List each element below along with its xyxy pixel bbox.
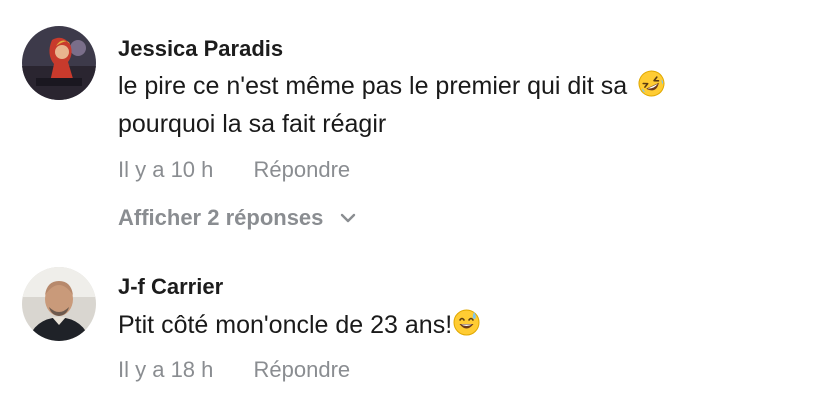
comment-timestamp: Il y a 18 h <box>118 357 214 382</box>
comment-author[interactable]: J-f Carrier <box>118 274 223 300</box>
comment-text: le pire ce n'est même pas le premier qui… <box>118 67 798 143</box>
view-replies-label: Afficher 2 réponses <box>118 205 324 230</box>
comment-author[interactable]: Jessica Paradis <box>118 36 283 62</box>
rolling-on-floor-laughing-icon <box>638 70 665 97</box>
comment-meta: Il y a 18 h Répondre <box>118 357 350 383</box>
chevron-down-icon <box>340 203 356 229</box>
comment-text-line-2: pourquoi la sa fait réagir <box>118 110 387 138</box>
grinning-face-with-sweat-icon <box>453 309 480 336</box>
view-replies-button[interactable]: Afficher 2 réponses <box>118 203 356 231</box>
comment-timestamp: Il y a 10 h <box>118 157 214 182</box>
comment-text-line-1: le pire ce n'est même pas le premier qui… <box>118 72 628 100</box>
comment-meta: Il y a 10 h Répondre <box>118 157 350 183</box>
comment-text-line-1: Ptit côté mon'oncle de 23 ans! <box>118 311 453 339</box>
reply-button[interactable]: Répondre <box>254 157 351 183</box>
avatar[interactable] <box>22 26 96 100</box>
reply-button[interactable]: Répondre <box>254 357 351 383</box>
comment-item: Jessica Paradis le pire ce n'est même pa… <box>0 0 828 250</box>
comment-item: J-f Carrier Ptit côté mon'oncle de 23 an… <box>0 250 828 400</box>
avatar[interactable] <box>22 267 96 341</box>
comment-text: Ptit côté mon'oncle de 23 ans! <box>118 306 798 344</box>
